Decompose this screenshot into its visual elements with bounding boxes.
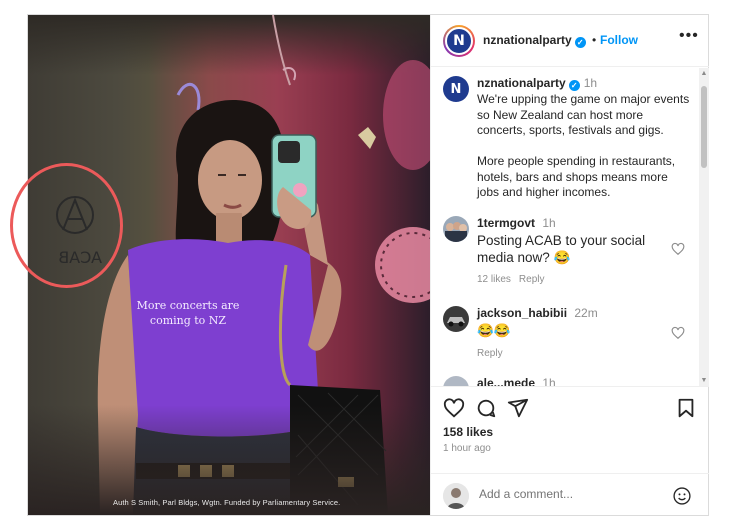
add-comment-bar — [431, 473, 709, 516]
comment-username[interactable]: 1termgovt — [477, 216, 535, 230]
comment-meta: Reply — [477, 348, 511, 359]
comment-time: 22m — [574, 306, 598, 320]
group-photo-icon — [443, 216, 469, 242]
car-photo-icon — [443, 306, 469, 332]
shirt-overlay-text: More concerts are coming to NZ — [136, 299, 240, 327]
scroll-down-arrow-icon[interactable]: ▼ — [700, 377, 708, 384]
posted-time: 1 hour ago — [443, 443, 491, 454]
follow-separator: • — [592, 33, 597, 47]
avatar-letter: N — [453, 33, 465, 49]
comment-time: 1h — [542, 216, 556, 230]
story-ring[interactable]: N — [443, 25, 475, 57]
comment-avatar[interactable] — [443, 376, 469, 386]
comments-scrollbar[interactable]: ▲ ▼ — [699, 68, 709, 386]
more-options-icon[interactable]: ••• — [679, 27, 699, 45]
author-name[interactable]: nznationalparty — [483, 33, 572, 47]
follow-button[interactable]: Follow — [600, 33, 638, 47]
phone-camera — [278, 141, 300, 163]
post-side-panel: N nznationalparty ✓ • Follow ••• N nznati… — [430, 15, 709, 515]
emoji-icon[interactable] — [672, 486, 692, 506]
instagram-post: ACAB More concerts are coming to NZ Auth… — [27, 14, 709, 516]
bookmark-icon[interactable] — [675, 397, 697, 419]
annotation-circle — [10, 163, 123, 288]
comment-avatar[interactable] — [443, 306, 469, 332]
scroll-up-arrow-icon[interactable]: ▲ — [700, 70, 708, 77]
heart-icon[interactable] — [671, 326, 685, 340]
likes-count[interactable]: 158 likes — [443, 425, 493, 439]
verified-icon: ✓ — [574, 37, 586, 48]
wall-doodle — [272, 15, 291, 86]
reply-button[interactable]: Reply — [519, 274, 545, 285]
heart-icon[interactable] — [443, 397, 465, 419]
comment-text: Posting ACAB to your social media now? 😂 — [477, 233, 646, 265]
verified-icon: ✓ — [568, 80, 580, 91]
post-actions: 158 likes 1 hour ago — [431, 386, 709, 515]
comment-user[interactable]: 1termgovt 1h — [477, 216, 556, 230]
avatar-letter: N — [450, 81, 462, 97]
photo-authorisation-caption: Auth S Smith, Parl Bldgs, Wgtn. Funded b… — [113, 498, 341, 507]
reply-button[interactable]: Reply — [477, 348, 503, 359]
wall-circle-doodle — [375, 227, 430, 303]
comment-icon[interactable] — [475, 397, 497, 419]
current-user-avatar — [443, 483, 469, 509]
heart-icon[interactable] — [671, 242, 685, 256]
comment-username[interactable]: ale...mede — [477, 376, 535, 386]
post-header: N nznationalparty ✓ • Follow ••• — [431, 15, 709, 67]
scrollbar-thumb[interactable] — [701, 86, 707, 168]
comment-avatar[interactable] — [443, 216, 469, 242]
comment-username[interactable]: jackson_habibii — [477, 306, 567, 320]
share-icon[interactable] — [507, 397, 529, 419]
wall-doodle-purple — [176, 82, 201, 111]
comment-time: 1h — [542, 376, 556, 386]
comments-scroll-area[interactable]: N nznationalparty ✓ 1h We're upping the ga… — [431, 68, 709, 386]
comment-text: 😂😂 — [477, 323, 511, 338]
comment-user[interactable]: ale...mede 1h — [477, 376, 556, 386]
comment-user[interactable]: jackson_habibii 22m — [477, 306, 598, 320]
comment-item: 1termgovt 1h Posting ACAB to your social… — [431, 216, 699, 286]
phone-sticker — [293, 183, 307, 197]
right-arm — [308, 255, 342, 351]
caption-text: We're upping the game on major events so… — [477, 92, 690, 199]
wall-sticker — [358, 127, 376, 149]
comment-meta: 12 likes Reply — [477, 274, 552, 285]
caption-time: 1h — [583, 76, 598, 90]
wall-blob — [383, 60, 430, 170]
caption-author: nznationalparty ✓ 1h — [477, 76, 597, 91]
comment-item: ale...mede 1h — [431, 376, 699, 386]
comment-input[interactable] — [479, 487, 659, 501]
comment-item: jackson_habibii 22m 😂😂 Reply — [431, 306, 699, 366]
caption-author-avatar[interactable]: N — [443, 76, 469, 102]
author-handle[interactable]: nznationalparty ✓ • — [483, 33, 596, 48]
user-photo-icon — [443, 483, 469, 509]
music-note-doodle — [282, 67, 296, 81]
caption-author-name[interactable]: nznationalparty — [477, 76, 566, 90]
comment-likes[interactable]: 12 likes — [477, 274, 511, 285]
neck — [216, 213, 242, 243]
author-avatar[interactable]: N — [445, 27, 473, 55]
